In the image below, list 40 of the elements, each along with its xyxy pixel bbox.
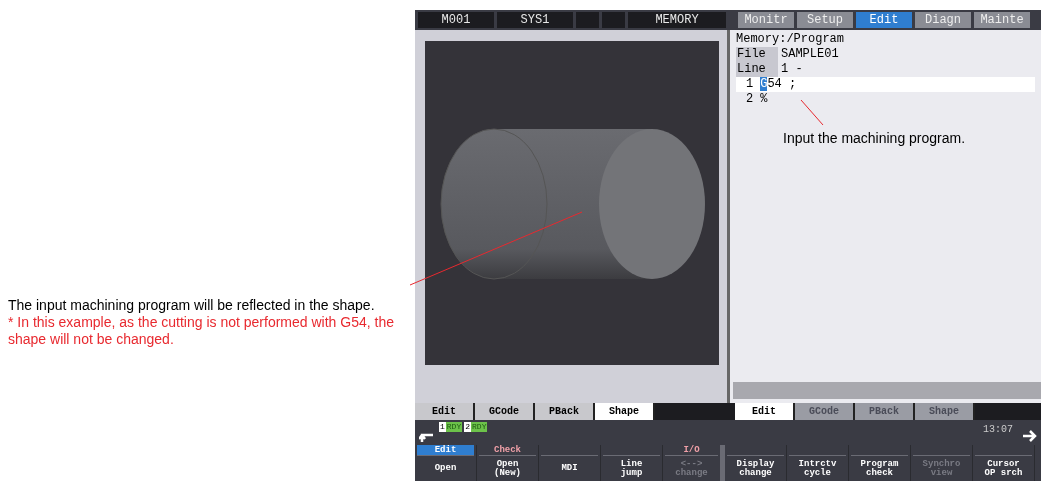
ready-indicator: 1 RDY	[439, 422, 463, 432]
clock-text: 13:07	[983, 423, 1013, 437]
softkey[interactable]: Display change	[725, 456, 786, 481]
file-name: SAMPLE01	[781, 47, 839, 62]
code-text: %	[760, 92, 768, 107]
code-text: G54 ;	[760, 77, 797, 92]
program-line[interactable]: 2 %	[736, 92, 1035, 107]
program-path: Memory:/Program	[736, 32, 846, 47]
right-arrow-icon[interactable]	[1023, 429, 1037, 442]
softkey-group-label: Edit	[417, 445, 474, 455]
softkey[interactable]: Open (New)	[477, 456, 538, 481]
line-number: 2	[746, 92, 754, 107]
annotation-text: * In this example, as the cutting is not performed with G54, the shape will not be changed.	[8, 314, 395, 348]
leader-line	[800, 99, 824, 126]
annotation-text: Input the machining program.	[783, 131, 967, 146]
line-number: 1	[746, 77, 754, 92]
tab[interactable]: Edit	[735, 403, 795, 420]
status-cell: SYS1	[497, 12, 573, 28]
line-number: 1 -	[781, 62, 803, 77]
status-cell	[576, 12, 599, 28]
softkey-group-label: Check	[493, 445, 522, 455]
softkey-group-label: I/O	[682, 445, 701, 455]
menu-tab[interactable]: Edit	[856, 12, 912, 28]
softkey[interactable]: MDI	[539, 456, 600, 481]
annotation-text: The input machining program will be reflected in the shape.	[8, 297, 376, 314]
status-cell: M001	[418, 12, 494, 28]
field-label: File	[736, 47, 778, 62]
softkey[interactable]: Program check	[849, 456, 910, 481]
tab[interactable]: PBack	[535, 403, 595, 420]
softkey[interactable]: Line jump	[601, 456, 662, 481]
tab[interactable]: GCode	[475, 403, 535, 420]
status-cell	[602, 12, 625, 28]
softkey[interactable]: Cursor OP srch	[973, 456, 1034, 481]
field-label: Line	[736, 62, 778, 77]
softkey[interactable]: Intrctv cycle	[787, 456, 848, 481]
tab[interactable]: Edit	[415, 403, 475, 420]
ready-indicator: 2 RDY	[464, 422, 488, 432]
tab[interactable]: Shape	[595, 403, 655, 420]
status-cell: MEMORY	[628, 12, 726, 28]
softkey[interactable]: Open	[415, 456, 476, 481]
